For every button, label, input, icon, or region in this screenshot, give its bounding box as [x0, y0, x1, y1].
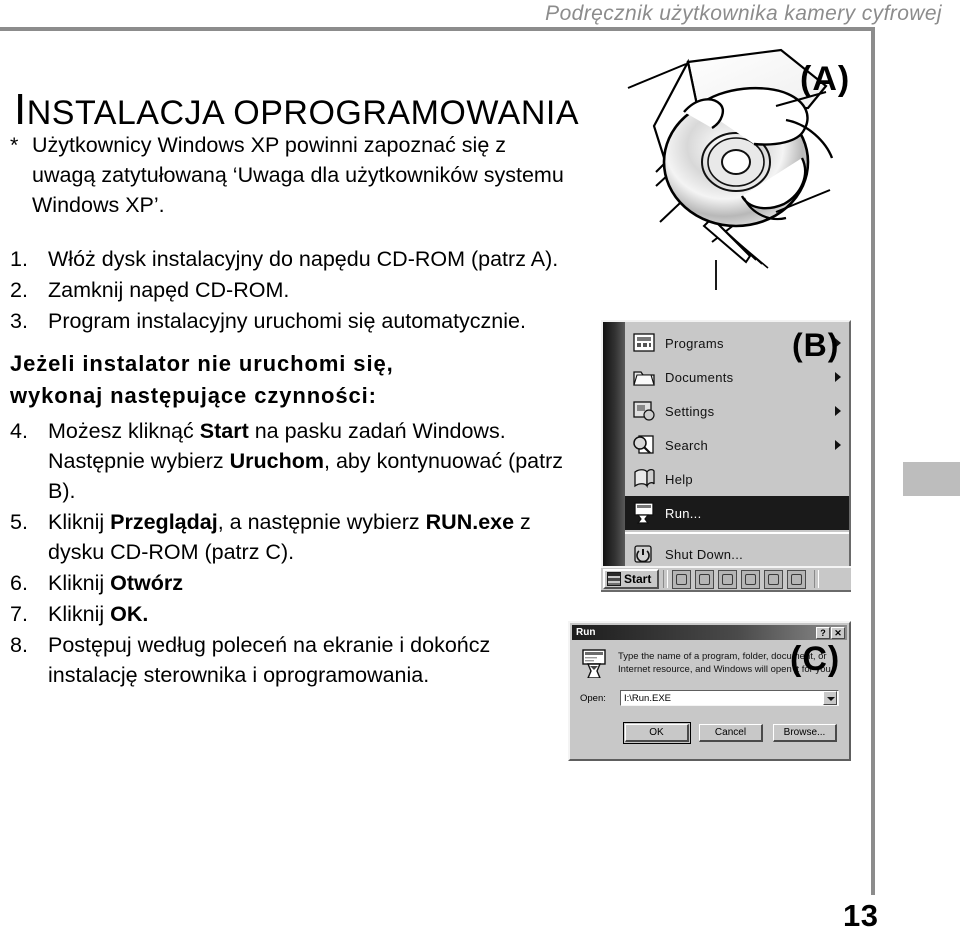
running-header: Podręcznik użytkownika kamery cyfrowej: [545, 2, 942, 25]
start-menu-item-label: Search: [665, 437, 708, 453]
quicklaunch-internet-explorer-icon[interactable]: [718, 569, 738, 589]
note-block: * Użytkownicy Windows XP powinni zapozna…: [10, 130, 570, 220]
quicklaunch-show-desktop-icon[interactable]: [672, 569, 692, 589]
note-marker: *: [10, 133, 19, 157]
submenu-arrow-icon: [835, 406, 841, 416]
taskbar: Start: [601, 566, 851, 592]
list-item-text: Kliknij Otwórz: [48, 571, 183, 595]
page-title-initial: I: [14, 85, 27, 135]
start-menu-item-label: Shut Down...: [665, 546, 744, 562]
start-menu-item-documents[interactable]: Documents: [625, 360, 849, 394]
browse-button[interactable]: Browse...: [773, 724, 837, 742]
list-item-number: 1.: [10, 247, 28, 271]
quicklaunch-acrobat-icon[interactable]: [787, 569, 807, 589]
settings-icon: [631, 398, 657, 424]
page-edge-tab: [903, 462, 960, 496]
run-icon: [631, 500, 657, 526]
list-item: 8. Postępuj według poleceń na ekranie i d…: [10, 630, 570, 690]
page-number: 13: [843, 898, 879, 933]
programs-icon: [631, 330, 657, 356]
help-button[interactable]: ?: [816, 626, 830, 639]
taskbar-separator-end: [814, 570, 820, 588]
list-item: 7. Kliknij OK.: [10, 599, 570, 629]
instruction-list-after: 4. Możesz kliknąć Start na pasku zadań Wi…: [10, 416, 570, 690]
taskbar-separator: [663, 570, 669, 588]
start-menu-item-label: Settings: [665, 403, 715, 419]
run-dialog-titlebar: Run ? ✕: [572, 625, 847, 640]
start-button[interactable]: Start: [603, 569, 660, 589]
start-menu-item-run[interactable]: Run...: [625, 496, 849, 530]
open-combobox[interactable]: I:\Run.EXE: [620, 690, 839, 706]
emphasis-line-2: wykonaj następujące czynności:: [10, 383, 377, 408]
body-copy: * Użytkownicy Windows XP powinni zapozna…: [10, 130, 570, 691]
start-menu-item-label: Documents: [665, 369, 734, 385]
start-menu-item-label: Programs: [665, 335, 724, 351]
note-text: Użytkownicy Windows XP powinni zapoznać …: [32, 133, 564, 217]
quicklaunch-media-icon[interactable]: [764, 569, 784, 589]
list-item-text: Postępuj według poleceń na ekranie i dok…: [48, 633, 491, 687]
list-item-number: 5.: [10, 510, 28, 534]
windows-logo-icon: [607, 572, 621, 586]
list-item-number: 4.: [10, 419, 28, 443]
list-item-text: Zamknij napęd CD-ROM.: [48, 278, 290, 302]
start-menu-banner: [603, 322, 625, 566]
list-item-text: Kliknij OK.: [48, 602, 149, 626]
list-item-text: Kliknij Przeglądaj, a następnie wybierz …: [48, 510, 531, 564]
start-menu-item-search[interactable]: Search: [625, 428, 849, 462]
list-item: 6. Kliknij Otwórz: [10, 568, 570, 598]
shutdown-icon: [631, 541, 657, 567]
list-item: 2. Zamknij napęd CD-ROM.: [10, 275, 570, 305]
list-item-number: 2.: [10, 278, 28, 302]
list-item-number: 8.: [10, 633, 28, 657]
figure-label-c: (C): [790, 640, 841, 678]
search-icon: [631, 432, 657, 458]
header-rule: [0, 27, 875, 31]
help-icon: [631, 466, 657, 492]
figure-label-a: (A): [800, 60, 851, 98]
list-item-number: 3.: [10, 309, 28, 333]
run-dialog-open-row: Open: I:\Run.EXE: [580, 690, 839, 706]
emphasis-block: Jeżeli instalator nie uruchomi się, wyko…: [10, 348, 570, 412]
list-item-text: Włóż dysk instalacyjny do napędu CD-ROM …: [48, 247, 559, 271]
quicklaunch-outlook-icon[interactable]: [741, 569, 761, 589]
run-dialog-buttons: OK Cancel Browse...: [580, 722, 839, 744]
documents-icon: [631, 364, 657, 390]
run-prompt-icon: [580, 648, 610, 679]
list-item-text: Możesz kliknąć Start na pasku zadań Wind…: [48, 419, 564, 503]
submenu-arrow-icon: [835, 440, 841, 450]
list-item: 5. Kliknij Przeglądaj, a następnie wybier…: [10, 507, 570, 567]
page-title-rest: NSTALACJA OPROGRAMOWANIA: [26, 94, 580, 133]
list-item-number: 7.: [10, 602, 28, 626]
chevron-down-icon[interactable]: [823, 691, 837, 705]
open-label: Open:: [580, 692, 606, 704]
list-item: 3. Program instalacyjny uruchomi się auto…: [10, 306, 570, 336]
list-item-text: Program instalacyjny uruchomi się automa…: [48, 309, 526, 333]
start-menu-item-label: Run...: [665, 505, 702, 521]
instruction-list-before: 1. Włóż dysk instalacyjny do napędu CD-RO…: [10, 244, 570, 336]
start-menu-item-settings[interactable]: Settings: [625, 394, 849, 428]
list-item-number: 6.: [10, 571, 28, 595]
figure-label-b: (B): [792, 327, 840, 363]
open-input-value[interactable]: I:\Run.EXE: [621, 693, 823, 704]
submenu-arrow-icon: [835, 372, 841, 382]
start-button-label: Start: [624, 572, 652, 586]
ok-button[interactable]: OK: [623, 722, 691, 744]
start-menu-item-help[interactable]: Help: [625, 462, 849, 496]
list-item: 4. Możesz kliknąć Start na pasku zadań Wi…: [10, 416, 570, 506]
close-icon[interactable]: ✕: [831, 626, 845, 639]
cancel-button[interactable]: Cancel: [699, 724, 763, 742]
start-menu-item-label: Help: [665, 471, 693, 487]
quicklaunch-channels-icon[interactable]: [695, 569, 715, 589]
list-item: 1. Włóż dysk instalacyjny do napędu CD-RO…: [10, 244, 570, 274]
page-title: INSTALACJA OPROGRAMOWANIA: [14, 85, 579, 135]
run-dialog-title: Run: [576, 627, 596, 638]
emphasis-line-1: Jeżeli instalator nie uruchomi się,: [10, 351, 394, 376]
